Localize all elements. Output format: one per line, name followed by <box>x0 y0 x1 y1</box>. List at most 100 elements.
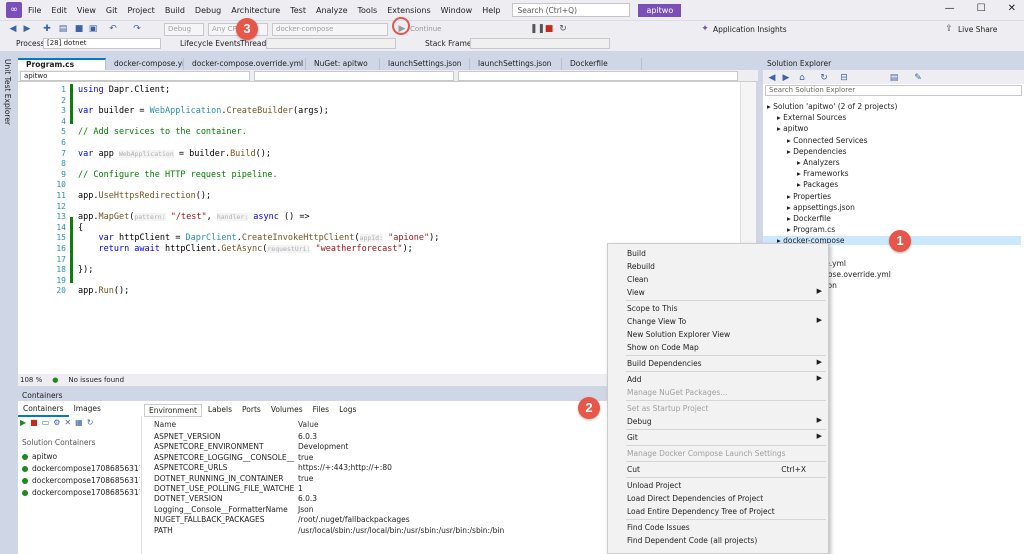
detail-tab-logs[interactable]: Logs <box>335 404 360 417</box>
doc-tab[interactable]: Dockerfile <box>562 58 642 70</box>
menu-item[interactable]: Change View To ▶ <box>608 315 828 328</box>
menu-item[interactable]: Load Direct Dependencies of Project <box>608 492 828 505</box>
detail-tab-ports[interactable]: Ports <box>238 404 265 417</box>
maximize-button[interactable]: ☐ <box>977 3 986 14</box>
menu-git[interactable]: Git <box>106 6 118 15</box>
menu-item[interactable]: Find Dependent Code (all projects) <box>608 534 828 547</box>
zoom-level[interactable]: 108 % <box>20 376 42 384</box>
tree-item[interactable]: ▸ Dockerfile <box>787 214 831 223</box>
container-item[interactable]: dockercompose17086856317481334 <box>22 476 140 485</box>
attach-icon[interactable]: ⚙ <box>53 418 60 427</box>
container-item[interactable]: dockercompose17086856317481334 <box>22 464 140 473</box>
application-insights-label[interactable]: Application Insights <box>713 25 787 34</box>
save-icon[interactable]: ■ <box>74 24 84 34</box>
terminal-icon[interactable]: ▭ <box>42 418 50 427</box>
stack-frame-dropdown[interactable] <box>470 38 610 49</box>
menu-item[interactable]: View ▶ <box>608 286 828 299</box>
issues-label[interactable]: No issues found <box>68 376 124 384</box>
delete-icon[interactable]: ✕ <box>64 418 71 427</box>
container-item[interactable]: apitwo <box>22 452 140 461</box>
forward-icon[interactable]: ▶ <box>22 24 32 34</box>
menu-item[interactable]: Build <box>608 247 828 260</box>
code-line[interactable]: app.Run(); <box>78 286 129 296</box>
tree-item[interactable]: ▸ Properties <box>787 192 831 201</box>
menu-file[interactable]: File <box>28 6 41 15</box>
thread-dropdown[interactable] <box>266 38 396 49</box>
save-all-icon[interactable]: ▣ <box>88 24 98 34</box>
startup-project-dropdown[interactable]: docker-compose <box>272 23 388 36</box>
stop-debugging-icon[interactable]: ■ <box>544 24 554 34</box>
detail-tab-environment[interactable]: Environment <box>144 404 202 417</box>
menu-item[interactable]: Manage Docker Compose Launch Settings <box>608 447 828 460</box>
code-line[interactable]: app.MapGet(pattern: "/test", handler: as… <box>78 212 310 222</box>
detail-tab-volumes[interactable]: Volumes <box>267 404 307 417</box>
break-all-icon[interactable]: ❚❚ <box>530 24 545 34</box>
menu-item[interactable]: New Solution Explorer View <box>608 328 828 341</box>
refresh-icon[interactable]: ↻ <box>87 418 94 427</box>
code-line[interactable]: // Add services to the container. <box>78 127 247 137</box>
tree-item[interactable]: ▸ appsettings.json <box>787 203 855 212</box>
menu-analyze[interactable]: Analyze <box>316 6 348 15</box>
tree-item[interactable]: ▸ Program.cs <box>787 225 835 234</box>
menu-item[interactable]: Find Code Issues <box>608 521 828 534</box>
code-line[interactable]: using Dapr.Client; <box>78 85 170 95</box>
doc-tab[interactable]: docker-compose.yml <box>106 58 184 70</box>
type-dropdown[interactable] <box>254 71 454 81</box>
menu-tools[interactable]: Tools <box>358 6 378 15</box>
menu-window[interactable]: Window <box>441 6 473 15</box>
menu-item[interactable]: Set as Startup Project <box>608 402 828 415</box>
new-project-icon[interactable]: ✚ <box>42 24 52 34</box>
menu-item[interactable]: Unload Project <box>608 479 828 492</box>
code-line[interactable]: var app WebApplication = builder.Build()… <box>78 149 271 159</box>
collapse-all-icon[interactable]: ⊟ <box>839 73 849 83</box>
menu-view[interactable]: View <box>77 6 96 15</box>
menu-build[interactable]: Build <box>165 6 185 15</box>
menu-item[interactable]: Clean <box>608 273 828 286</box>
menu-item[interactable]: Manage NuGet Packages... <box>608 386 828 399</box>
menu-item[interactable]: Show on Code Map <box>608 341 828 354</box>
live-share-icon[interactable]: ⇪ <box>944 24 954 34</box>
undo-icon[interactable]: ↶ <box>108 24 118 34</box>
menu-project[interactable]: Project <box>127 6 154 15</box>
menu-architecture[interactable]: Architecture <box>231 6 280 15</box>
forward-icon[interactable]: ▶ <box>781 73 791 83</box>
live-share-label[interactable]: Live Share <box>958 25 997 34</box>
show-all-files-icon[interactable]: ▤ <box>889 73 899 83</box>
search-box[interactable]: Search (Ctrl+Q) <box>512 3 631 17</box>
project-context-dropdown[interactable]: apitwo <box>20 71 250 81</box>
detail-tab-files[interactable]: Files <box>309 404 333 417</box>
doc-tab[interactable]: docker-compose.override.yml <box>184 58 306 70</box>
open-file-icon[interactable]: ▤ <box>58 24 68 34</box>
continue-label[interactable]: Continue <box>410 25 441 33</box>
back-icon[interactable]: ◀ <box>767 73 777 83</box>
sync-icon[interactable]: ↻ <box>819 73 829 83</box>
unit-test-explorer-tab[interactable]: Unit Test Explorer <box>3 59 12 125</box>
code-line[interactable]: var builder = WebApplication.CreateBuild… <box>78 106 329 116</box>
doc-tab[interactable]: launchSettings.json <box>380 58 470 70</box>
tree-item[interactable]: ▸ Dependencies <box>787 147 847 156</box>
doc-tab[interactable]: launchSettings.json <box>470 58 562 70</box>
menu-item[interactable]: Build Dependencies ▶ <box>608 357 828 370</box>
col-value[interactable]: Value <box>298 420 319 429</box>
tree-item[interactable]: ▸ Solution 'apitwo' (2 of 2 projects) <box>767 102 897 111</box>
tree-item[interactable]: ▸ Packages <box>797 180 838 189</box>
tree-item[interactable]: ▸ Connected Services <box>787 136 868 145</box>
code-line[interactable]: app.UseHttpsRedirection(); <box>78 191 211 201</box>
menu-item[interactable]: Cut Ctrl+X <box>608 463 828 476</box>
process-dropdown[interactable]: [28] dotnet <box>43 38 161 49</box>
tree-item[interactable]: ▸ Frameworks <box>797 169 849 178</box>
container-item[interactable]: dockercompose17086856317481334 <box>22 488 140 497</box>
menu-item[interactable]: Load Entire Dependency Tree of Project <box>608 505 828 518</box>
start-icon[interactable]: ▶ <box>20 418 26 427</box>
restart-icon[interactable]: ↻ <box>558 24 568 34</box>
properties-wrench-icon[interactable]: ✎ <box>913 73 923 83</box>
tree-item[interactable]: ▸ External Sources <box>777 113 846 122</box>
member-dropdown[interactable] <box>458 71 738 81</box>
redo-icon[interactable]: ↷ <box>132 24 142 34</box>
code-line[interactable]: // Configure the HTTP request pipeline. <box>78 170 278 180</box>
filter-icon[interactable]: ▦ <box>75 418 83 427</box>
close-button[interactable]: ✕ <box>1008 3 1016 14</box>
tab-containers[interactable]: Containers <box>18 402 69 417</box>
code-line[interactable]: }); <box>78 265 93 275</box>
home-icon[interactable]: ⌂ <box>797 73 807 83</box>
